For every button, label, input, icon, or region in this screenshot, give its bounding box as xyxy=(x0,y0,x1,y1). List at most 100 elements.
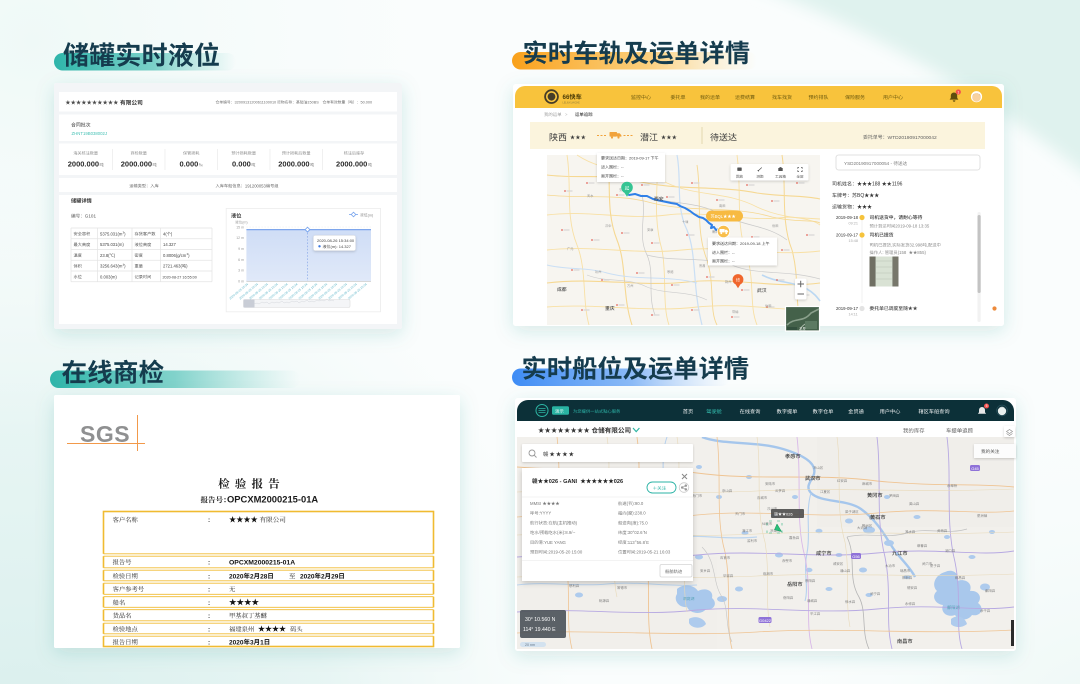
svg-text:):8.9/--: ):8.9/-- xyxy=(563,530,576,535)
svg-text:):90.0: ):90.0 xyxy=(632,501,644,506)
svg-text:188: 188 xyxy=(872,182,881,188)
svg-text:(m): (m) xyxy=(368,213,374,217)
svg-text:14:11: 14:11 xyxy=(848,313,857,317)
svg-text:OPCXM2000215-01A: OPCXM2000215-01A xyxy=(227,494,318,505)
svg-text:20 nm: 20 nm xyxy=(525,643,535,647)
svg-text:14.327: 14.327 xyxy=(163,242,176,247)
svg-text:28: 28 xyxy=(260,573,268,580)
svg-text:2020: 2020 xyxy=(229,573,244,580)
svg-text::30: :30 xyxy=(627,530,634,535)
svg-text:G56: G56 xyxy=(852,554,860,559)
svg-text::: : xyxy=(208,600,210,607)
svg-text:(158: (158 xyxy=(898,250,907,255)
svg-text:191200053: 191200053 xyxy=(245,183,267,188)
svg-text:MMSI: MMSI xyxy=(530,501,541,506)
svg-text:15 m: 15 m xyxy=(236,225,244,229)
svg-text:WTD20190917000042: WTD20190917000042 xyxy=(888,135,937,141)
svg-text:):75.0: ):75.0 xyxy=(637,520,649,525)
svg-text:(m): (m) xyxy=(242,221,247,225)
svg-text:150BS: 150BS xyxy=(307,101,319,105)
svg-text:2000.000: 2000.000 xyxy=(336,159,367,168)
svg-text:E: E xyxy=(646,540,649,545)
svg-text:5375.031(m: 5375.031(m xyxy=(100,231,123,236)
svg-text::YUE YANG: :YUE YANG xyxy=(543,540,567,545)
svg-text:OPCXM2000215-01A: OPCXM2000215-01A xyxy=(229,559,295,566)
svg-text:30° 10.560 N: 30° 10.560 N xyxy=(525,617,556,623)
svg-text::: : xyxy=(208,559,210,566)
svg-text:N: N xyxy=(644,530,647,535)
svg-text:026: 026 xyxy=(614,479,623,485)
svg-text:1: 1 xyxy=(260,639,264,646)
svg-text:2019-09-17: 2019-09-17 xyxy=(629,156,650,161)
svg-text:6 m: 6 m xyxy=(238,258,244,262)
svg-text:0.000: 0.000 xyxy=(180,159,199,168)
svg-text:G101: G101 xyxy=(85,214,97,219)
svg-text:026: 026 xyxy=(786,512,793,517)
svg-text:114° 19.440 E: 114° 19.440 E xyxy=(523,627,556,633)
svg-text::: : xyxy=(882,250,883,255)
svg-text:0 m: 0 m xyxy=(238,279,244,283)
svg-text:4(: 4( xyxy=(163,231,167,236)
svg-text:12 m: 12 m xyxy=(236,236,244,240)
svg-text:1196: 1196 xyxy=(892,182,903,188)
svg-text:2019-09-18: 2019-09-18 xyxy=(836,215,859,220)
svg-text:2: 2 xyxy=(321,573,325,580)
svg-text::: : xyxy=(208,626,210,633)
svg-text:5375.031(m): 5375.031(m) xyxy=(100,242,124,247)
svg-text:3: 3 xyxy=(250,639,254,646)
svg-text:50.000: 50.000 xyxy=(361,101,373,105)
svg-text::: : xyxy=(208,573,210,580)
svg-text:1: 1 xyxy=(957,90,959,94)
svg-text:09:21: 09:21 xyxy=(848,222,858,226)
svg-text:56.8: 56.8 xyxy=(637,540,646,545)
svg-text:):238.0: ):238.0 xyxy=(632,511,646,516)
svg-text:66: 66 xyxy=(563,94,570,101)
svg-text:32009131200611100010: 32009131200611100010 xyxy=(235,101,277,105)
svg-text:0.8006(g/cm: 0.8006(g/cm xyxy=(163,253,187,258)
svg-text:(m): 14.327: (m): 14.327 xyxy=(331,244,352,249)
svg-text:2019-09-18 13:35: 2019-09-18 13:35 xyxy=(895,224,930,229)
svg-text::: : xyxy=(208,517,210,524)
svg-text::: : xyxy=(208,613,210,620)
svg-text:LELIUKUAICHE: LELIUKUAICHE xyxy=(563,101,581,104)
svg-text:,: , xyxy=(891,243,892,248)
svg-text:15:48: 15:48 xyxy=(848,239,858,243)
svg-text:9 m: 9 m xyxy=(238,247,244,251)
svg-text::: : xyxy=(547,520,548,525)
svg-text:2019-09-17: 2019-09-17 xyxy=(836,306,859,311)
svg-text:2721.463(: 2721.463( xyxy=(163,264,182,269)
svg-text::: : xyxy=(208,586,210,593)
svg-text:2020-08-26 15:34:00: 2020-08-26 15:34:00 xyxy=(317,238,355,243)
svg-text:5: 5 xyxy=(986,404,988,408)
svg-text::2019-05-20 15:00: :2019-05-20 15:00 xyxy=(547,550,583,555)
svg-text::: : xyxy=(208,639,210,646)
svg-text:855): 855) xyxy=(917,250,926,255)
svg-text:0.000: 0.000 xyxy=(232,159,251,168)
svg-text:BQ: BQ xyxy=(857,193,864,199)
svg-text::2019-05-21 16:03: :2019-05-21 16:03 xyxy=(635,550,671,555)
svg-text:02.6: 02.6 xyxy=(634,530,643,535)
svg-text:ZHNT19B038002J: ZHNT19B038002J xyxy=(72,131,108,136)
svg-text:,: , xyxy=(927,243,928,248)
svg-text:29: 29 xyxy=(331,573,339,580)
svg-text:2000.000: 2000.000 xyxy=(121,159,152,168)
svg-text:2019-09-18: 2019-09-18 xyxy=(740,241,761,246)
svg-text::113: :113 xyxy=(627,540,636,545)
svg-text:2: 2 xyxy=(250,573,254,580)
svg-text:2000.000: 2000.000 xyxy=(68,159,99,168)
svg-text::YYYY: :YYYY xyxy=(539,511,552,516)
svg-text:3 m: 3 m xyxy=(238,269,244,273)
svg-text:0.003(m): 0.003(m) xyxy=(100,274,117,279)
svg-text:BQL: BQL xyxy=(715,214,724,219)
svg-text:G45: G45 xyxy=(971,466,979,471)
svg-text:G0422: G0422 xyxy=(759,618,772,623)
svg-text:2020: 2020 xyxy=(229,639,244,646)
svg-text:026 - GANI: 026 - GANI xyxy=(549,479,578,485)
svg-text:2000.000: 2000.000 xyxy=(278,159,309,168)
svg-text:2020: 2020 xyxy=(300,573,315,580)
svg-text:2020-08-27 16:55:00: 2020-08-27 16:55:00 xyxy=(163,275,197,279)
svg-text:3256.643(m: 3256.643(m xyxy=(100,264,123,269)
svg-text:23.8(: 23.8( xyxy=(100,253,110,258)
svg-text:YSD20190917000054 -: YSD20190917000054 - xyxy=(844,161,892,166)
svg-text:2019-09-17: 2019-09-17 xyxy=(836,233,859,238)
